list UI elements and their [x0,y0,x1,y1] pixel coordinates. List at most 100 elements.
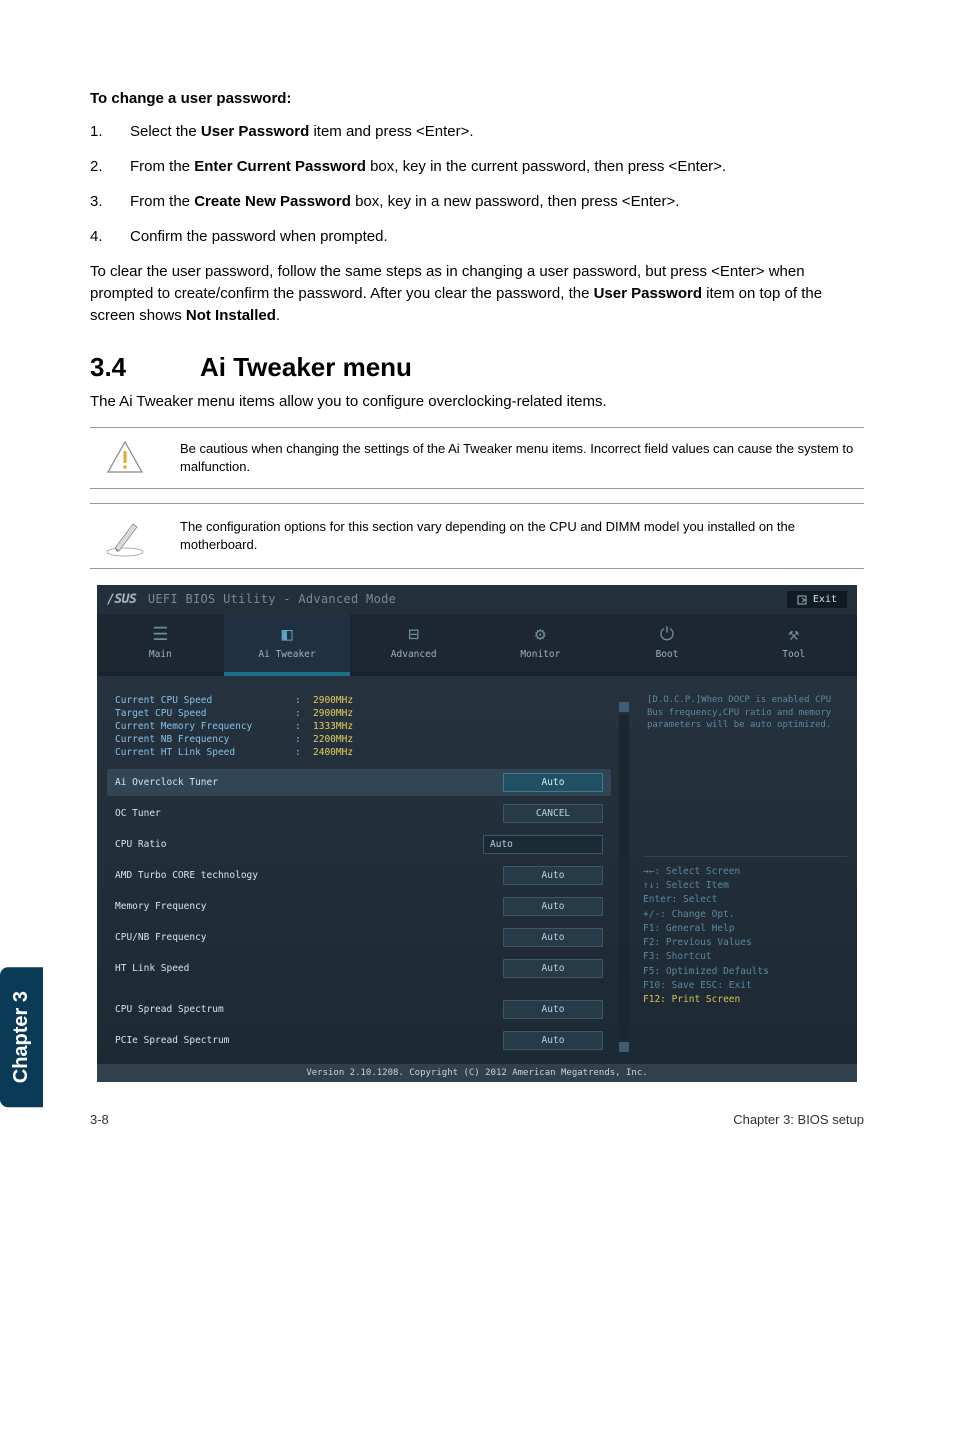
tab-icon: ⚙ [477,624,604,645]
caution-icon [90,438,160,478]
asus-logo: /SUS [107,592,136,607]
tab-tool[interactable]: ⚒ Tool [730,614,857,672]
help-text: [D.O.C.P.]When DOCP is enabled CPU Bus f… [643,690,847,736]
scroll-down-icon[interactable] [619,1042,629,1052]
setting-pcie-spread-spectrum[interactable]: PCIe Spread SpectrumAuto [107,1027,611,1054]
bios-window: /SUS UEFI BIOS Utility - Advanced Mode E… [97,585,857,1082]
key-help-line: F2: Previous Values [643,936,847,950]
setting-oc-tuner[interactable]: OC TunerCANCEL [107,800,611,827]
info-row: Current HT Link Speed:2400MHz [115,746,603,759]
tab-icon: ◧ [224,624,351,645]
tab-boot[interactable]: ⏻ Boot [604,614,731,672]
tab-icon: ☰ [97,624,224,645]
step-number: 1. [90,121,130,142]
setting-cpu-ratio[interactable]: CPU RatioAuto [107,831,611,858]
step-number: 4. [90,226,130,247]
tab-icon: ⏻ [604,624,731,645]
tab-advanced[interactable]: ⊟Advanced [350,614,477,672]
info-value: 2400MHz [313,747,353,758]
tab-main[interactable]: ☰ Main [97,614,224,672]
info-label: Current CPU Speed [115,695,295,706]
key-help-line: Enter: Select [643,893,847,907]
setting-label: CPU Spread Spectrum [115,1004,503,1015]
scroll-up-icon[interactable] [619,702,629,712]
caution-callout: Be cautious when changing the settings o… [90,427,864,489]
setting-label: CPU Ratio [115,839,483,850]
key-help-line: F3: Shortcut [643,950,847,964]
info-row: Current NB Frequency:2200MHz [115,733,603,746]
pencil-icon [90,514,160,558]
setting-memory-frequency[interactable]: Memory FrequencyAuto [107,893,611,920]
tab-label: Tool [782,649,805,660]
info-row: Current CPU Speed:2900MHz [115,694,603,707]
setting-label: PCIe Spread Spectrum [115,1035,503,1046]
setting-value[interactable]: Auto [503,897,603,916]
step: 1.Select the User Password item and pres… [90,121,864,142]
exit-icon [797,595,807,605]
info-value: 2900MHz [313,695,353,706]
info-value: 2200MHz [313,734,353,745]
setting-ht-link-speed[interactable]: HT Link SpeedAuto [107,955,611,982]
setting-value[interactable]: Auto [503,1000,603,1019]
key-help-line: +/-: Change Opt. [643,908,847,922]
bios-title: /SUS UEFI BIOS Utility - Advanced Mode [107,592,396,607]
setting-label: HT Link Speed [115,963,503,974]
info-value: 2900MHz [313,708,353,719]
setting-amd-turbo-core-technology[interactable]: AMD Turbo CORE technologyAuto [107,862,611,889]
chapter-side-tab: Chapter 3 [0,967,43,1107]
key-help-line: ↑↓: Select Item [643,879,847,893]
step: 2.From the Enter Current Password box, k… [90,156,864,177]
key-help-line: F1: General Help [643,922,847,936]
chapter-label: Chapter 3: BIOS setup [733,1112,864,1127]
tab-icon: ⚒ [730,624,857,645]
section-description: The Ai Tweaker menu items allow you to c… [90,391,864,413]
tab-ai-tweaker[interactable]: ◧ Ai Tweaker [224,614,351,672]
step-text: Confirm the password when prompted. [130,226,864,247]
tab-label: Monitor [520,649,560,660]
info-label: Target CPU Speed [115,708,295,719]
setting-cpu-spread-spectrum[interactable]: CPU Spread SpectrumAuto [107,996,611,1023]
info-label: Current HT Link Speed [115,747,295,758]
tab-monitor[interactable]: ⚙ Monitor [477,614,604,672]
step-text: From the Enter Current Password box, key… [130,156,864,177]
exit-button[interactable]: Exit [787,591,847,608]
info-row: Target CPU Speed:2900MHz [115,707,603,720]
note-callout: The configuration options for this secti… [90,503,864,569]
setting-value[interactable]: CANCEL [503,804,603,823]
setting-value[interactable]: Auto [503,928,603,947]
page-number: 3-8 [90,1112,109,1127]
section-number: 3.4 [90,352,200,383]
setting-value[interactable]: Auto [503,1031,603,1050]
heading: To change a user password: [90,90,864,107]
step-text: Select the User Password item and press … [130,121,864,142]
setting-input[interactable]: Auto [483,835,603,854]
setting-value[interactable]: Auto [503,773,603,792]
info-label: Current NB Frequency [115,734,295,745]
setting-label: Memory Frequency [115,901,503,912]
note-text: The configuration options for this secti… [160,518,864,554]
setting-label: OC Tuner [115,808,503,819]
info-row: Current Memory Frequency:1333MHz [115,720,603,733]
tab-label: Boot [656,649,679,660]
step: 3.From the Create New Password box, key … [90,191,864,212]
step-number: 2. [90,156,130,177]
step-text: From the Create New Password box, key in… [130,191,864,212]
step-number: 3. [90,191,130,212]
scrollbar[interactable] [619,690,629,1054]
section-title-text: Ai Tweaker menu [200,352,412,382]
info-value: 1333MHz [313,721,353,732]
setting-label: AMD Turbo CORE technology [115,870,503,881]
key-help-line: →←: Select Screen [643,865,847,879]
tab-label: Main [149,649,172,660]
tab-label: Advanced [391,649,437,660]
tab-label: Ai Tweaker [258,649,315,660]
setting-value[interactable]: Auto [503,959,603,978]
setting-ai-overclock-tuner[interactable]: Ai Overclock TunerAuto [107,769,611,796]
info-label: Current Memory Frequency [115,721,295,732]
key-help-line: F12: Print Screen [643,993,847,1007]
clear-paragraph: To clear the user password, follow the s… [90,261,864,326]
setting-value[interactable]: Auto [503,866,603,885]
bios-footer: Version 2.10.1208. Copyright (C) 2012 Am… [97,1064,857,1082]
setting-cpu-nb-frequency[interactable]: CPU/NB FrequencyAuto [107,924,611,951]
key-help-line: F5: Optimized Defaults [643,965,847,979]
